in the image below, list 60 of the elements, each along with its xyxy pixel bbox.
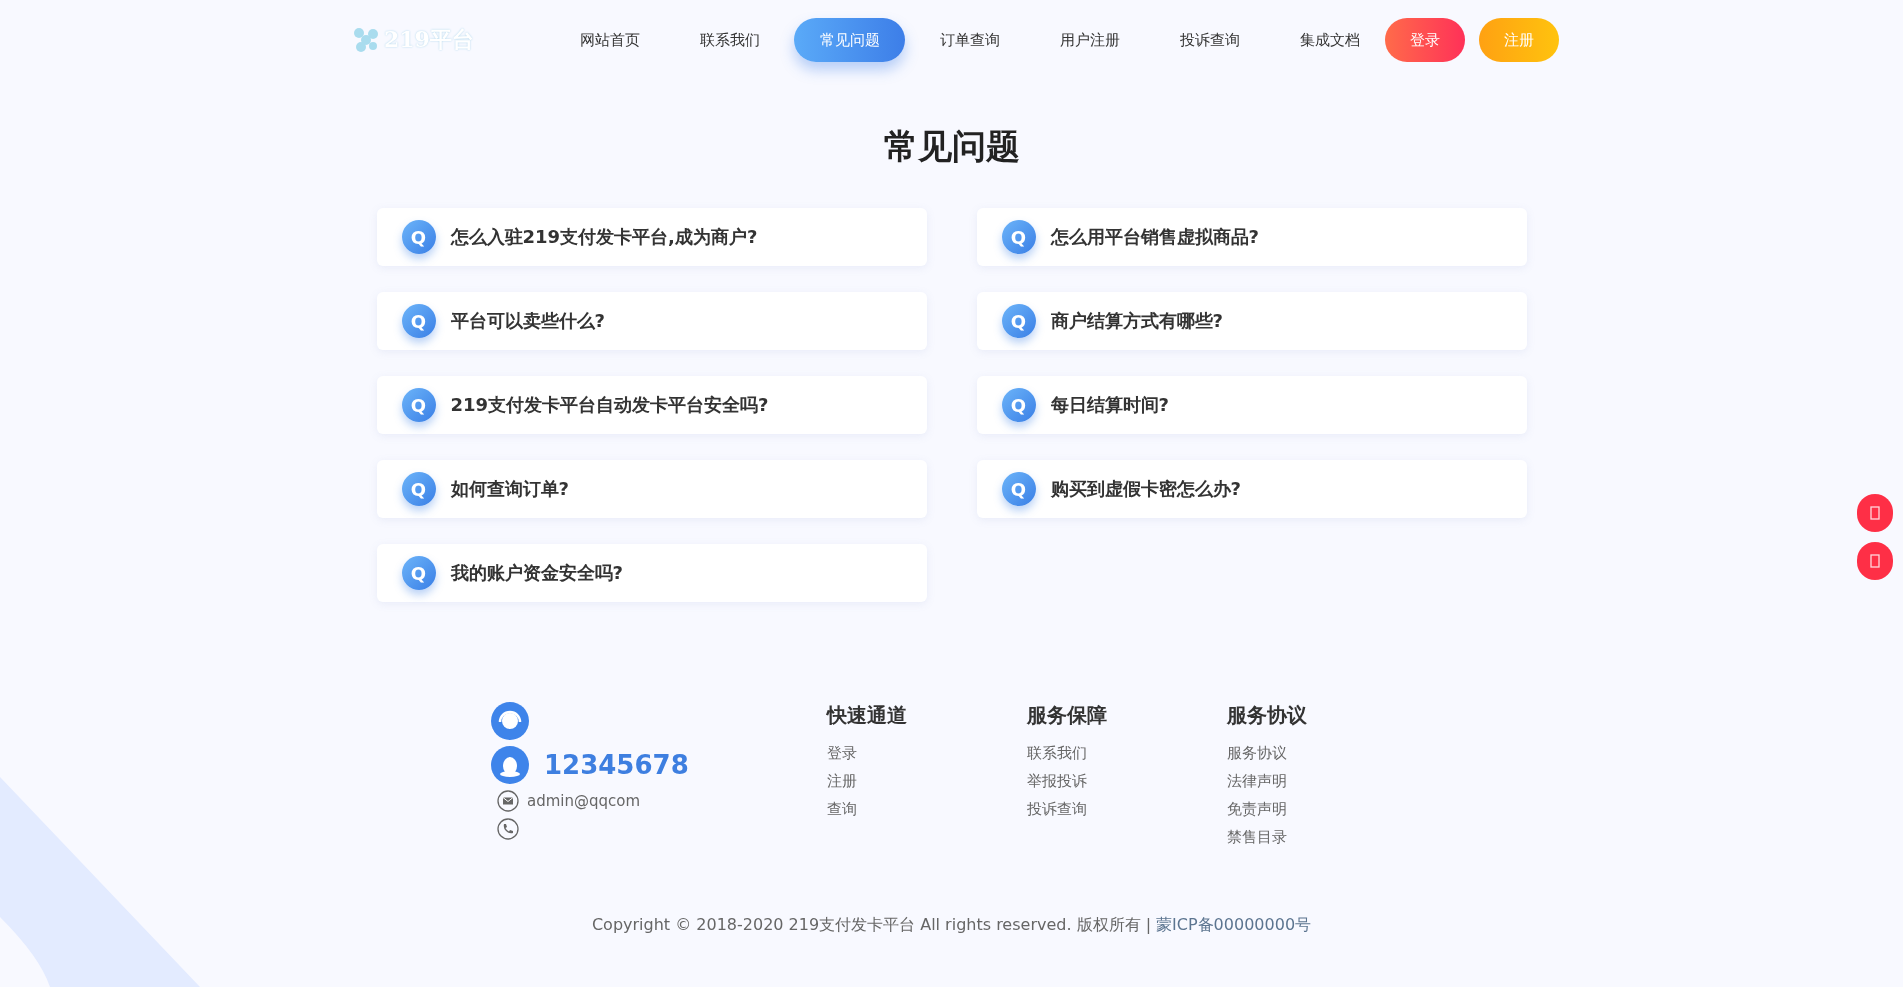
faq-card[interactable]: Q 购买到虚假卡密怎么办? (976, 460, 1527, 518)
q-badge: Q (1001, 304, 1036, 338)
nav-link[interactable]: 订单查询 (914, 18, 1025, 62)
faq-card[interactable]: Q 我的账户资金安全吗? (376, 544, 927, 602)
nav-link[interactable]: 用户注册 (1034, 18, 1145, 62)
footer-link[interactable]: 联系我们 (1027, 739, 1227, 767)
nav-link[interactable]: 联系我们 (674, 18, 785, 62)
email-text: admin@qqcom (527, 792, 641, 810)
footer-link[interactable]: 服务协议 (1227, 739, 1427, 767)
q-badge: Q (401, 220, 436, 254)
copyright-text: Copyright © 2018-2020 219支付发卡平台 All rights reserved. 版权所有 | (591, 915, 1152, 936)
nav-link[interactable]: 集成文档 (1274, 18, 1385, 62)
footer-link[interactable]: 登录 (827, 739, 1027, 767)
faq-question: 怎么用平台销售虚拟商品? (1050, 225, 1259, 249)
q-badge: Q (1001, 388, 1036, 422)
qq-number: 12345678 (544, 750, 689, 780)
faq-question: 每日结算时间? (1050, 393, 1169, 417)
side-button[interactable] (1857, 494, 1893, 532)
nav-link[interactable]: 投诉查询 (1154, 18, 1265, 62)
footer-heading: 服务协议 (1227, 702, 1308, 729)
footer-heading: 服务保障 (1027, 702, 1108, 729)
faq-card[interactable]: Q 怎么入驻219支付发卡平台,成为商户? (376, 208, 927, 266)
q-badge: Q (401, 556, 436, 590)
faq-question: 平台可以卖些什么? (450, 309, 605, 333)
headset-icon (491, 702, 529, 740)
footer-heading: 快速通道 (827, 702, 908, 729)
footer-link[interactable]: 免责声明 (1227, 795, 1427, 823)
faq-card[interactable]: Q 219支付发卡平台自动发卡平台安全吗? (376, 376, 927, 434)
square-icon (1870, 506, 1880, 520)
faq-question: 如何查询订单? (450, 477, 569, 501)
icp-link[interactable]: 蒙ICP备00000000号 (1156, 915, 1312, 936)
footer-link[interactable]: 投诉查询 (1027, 795, 1227, 823)
faq-card[interactable]: Q 每日结算时间? (976, 376, 1527, 434)
footer-link[interactable]: 注册 (827, 767, 1027, 795)
faq-question: 怎么入驻219支付发卡平台,成为商户? (450, 225, 758, 249)
side-button[interactable] (1857, 542, 1893, 580)
q-badge: Q (401, 388, 436, 422)
faq-card[interactable]: Q 平台可以卖些什么? (376, 292, 927, 350)
phone-icon (497, 818, 519, 840)
faq-question: 购买到虚假卡密怎么办? (1050, 477, 1241, 501)
faq-question: 商户结算方式有哪些? (1050, 309, 1223, 333)
q-badge: Q (1001, 220, 1036, 254)
page-title: 常见问题 (882, 125, 1021, 168)
q-badge: Q (401, 304, 436, 338)
faq-question: 219支付发卡平台自动发卡平台安全吗? (450, 393, 769, 417)
footer-link[interactable]: 查询 (827, 795, 1027, 823)
q-badge: Q (401, 472, 436, 506)
faq-card[interactable]: Q 怎么用平台销售虚拟商品? (976, 208, 1527, 266)
q-badge: Q (1001, 472, 1036, 506)
footer-link[interactable]: 禁售目录 (1227, 823, 1427, 851)
faq-card[interactable]: Q 如何查询订单? (376, 460, 927, 518)
logo-icon (352, 26, 380, 54)
nav-link[interactable]: 网站首页 (554, 18, 665, 62)
footer-link[interactable]: 法律声明 (1227, 767, 1427, 795)
mail-icon (497, 790, 519, 812)
faq-card[interactable]: Q 商户结算方式有哪些? (976, 292, 1527, 350)
faq-question: 我的账户资金安全吗? (450, 561, 623, 585)
footer-link[interactable]: 举报投诉 (1027, 767, 1227, 795)
qq-penguin-icon (491, 746, 529, 784)
square-icon (1870, 554, 1880, 568)
